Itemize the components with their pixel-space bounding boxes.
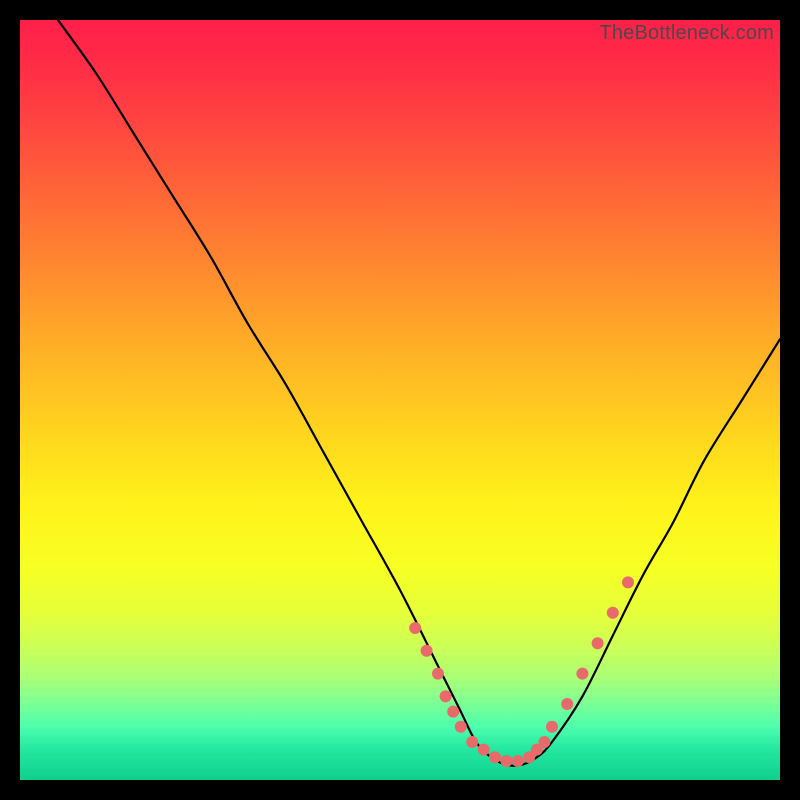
watermark-text: TheBottleneck.com (599, 22, 774, 45)
highlight-dot (500, 755, 512, 767)
plot-area (20, 20, 780, 780)
highlight-dot (455, 721, 467, 733)
highlight-dot (576, 668, 588, 680)
highlight-dot (447, 706, 459, 718)
highlight-dot (546, 721, 558, 733)
highlight-dot (409, 622, 421, 634)
highlight-dot (538, 736, 550, 748)
highlight-dots (409, 576, 634, 767)
highlight-dot (440, 690, 452, 702)
highlight-dot (622, 576, 634, 588)
highlight-dot (466, 736, 478, 748)
chart-frame: TheBottleneck.com (20, 20, 780, 780)
highlight-dot (607, 607, 619, 619)
highlight-dot (489, 751, 501, 763)
highlight-dot (592, 637, 604, 649)
highlight-dot (512, 755, 524, 767)
curve-layer (20, 20, 780, 780)
bottleneck-curve (58, 20, 780, 766)
highlight-dot (561, 698, 573, 710)
highlight-dot (421, 645, 433, 657)
highlight-dot (478, 744, 490, 756)
highlight-dot (432, 668, 444, 680)
